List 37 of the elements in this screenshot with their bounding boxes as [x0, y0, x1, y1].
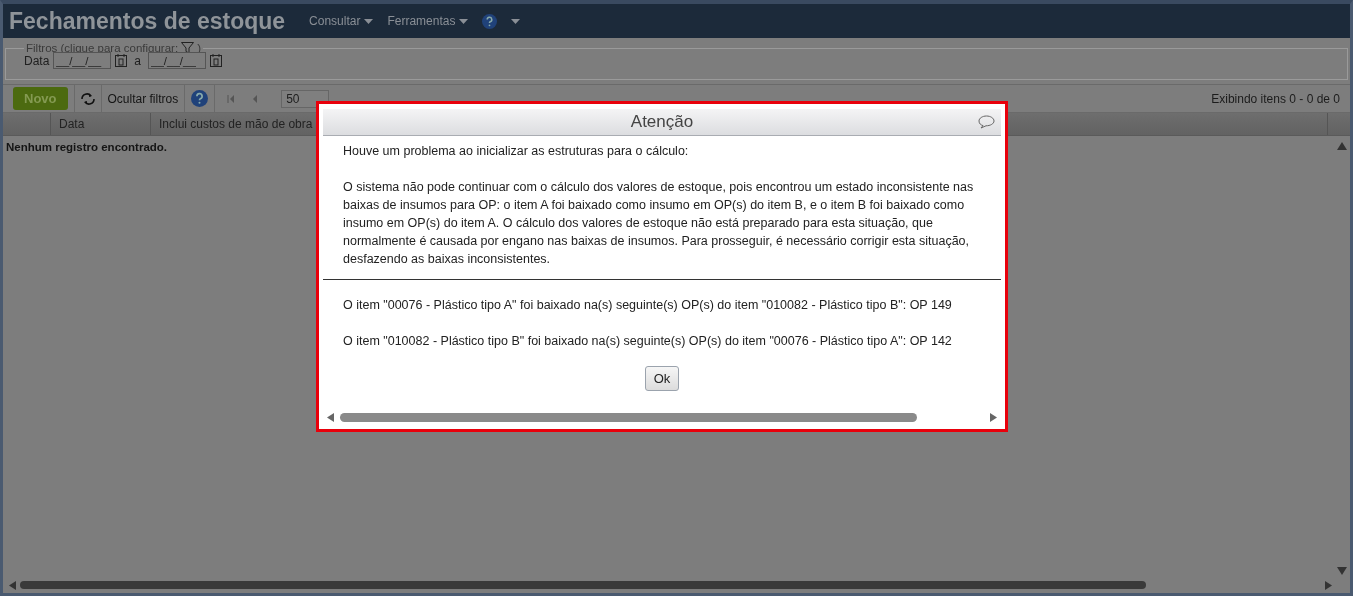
- scrollbar-thumb[interactable]: [20, 581, 1146, 589]
- menu-item[interactable]: Consultar: [309, 14, 374, 28]
- help-icon[interactable]: [482, 13, 498, 29]
- dialog-detail: O item "00076 - Plástico tipo A" foi baixado na(s) seguinte(s) OP(s) do item "010082 - Plástico tipo B": OP 149: [343, 297, 953, 314]
- column-header[interactable]: Data: [51, 113, 151, 135]
- scrollbar-thumb[interactable]: [340, 412, 917, 422]
- dialog-message: O sistema não pode continuar com o cálculo dos valores de estoque, pois encontrou um estado inconsistente nas baixas de insumos para OP: o item A foi baixado como insumo em OP(s) do item B, e o item B foi baixado como insumo em OP(s) do item A. O cálculo dos valores de estoque não está preparado para esta situação, que normalmente é causada por engano nas baixas de insumos. Para prosseguir, é necessário corrigir esta situação, desfazendo as baixas inconsistentes.: [343, 179, 975, 268]
- scroll-right-icon[interactable]: [990, 412, 997, 422]
- dialog-intro: Houve um problema ao inicializar as estruturas para o cálculo:: [343, 143, 690, 160]
- app-title: Fechamentos de estoque: [9, 7, 286, 35]
- caret-icon: [459, 18, 469, 24]
- calendar-icon[interactable]: [210, 54, 223, 67]
- page-size-select[interactable]: 50: [281, 89, 330, 108]
- menu-item[interactable]: Ferramentas: [387, 14, 469, 28]
- speech-bubble-icon[interactable]: [978, 115, 995, 129]
- caret-icon[interactable]: [511, 18, 521, 24]
- empty-message: Nenhum registro encontrado.: [6, 141, 168, 153]
- ok-button[interactable]: Ok: [644, 366, 680, 391]
- date-separator: a: [134, 53, 142, 68]
- calendar-icon[interactable]: [115, 54, 128, 67]
- refresh-icon[interactable]: [80, 92, 95, 105]
- scroll-right-icon[interactable]: [1325, 580, 1332, 590]
- date-label: Data: [24, 53, 50, 68]
- caret-icon: [364, 18, 374, 24]
- hide-filters-button[interactable]: Ocultar filtros: [107, 91, 179, 106]
- date-field[interactable]: __/__/__: [148, 52, 207, 69]
- item-count: Exibindo itens 0 - 0 de 0: [1211, 91, 1340, 106]
- date-field[interactable]: __/__/__: [53, 52, 112, 69]
- scroll-left-icon[interactable]: [9, 580, 16, 590]
- scroll-down-icon[interactable]: [1337, 567, 1347, 575]
- scroll-left-icon[interactable]: [327, 412, 334, 422]
- dialog-detail: O item "010082 - Plástico tipo B" foi baixado na(s) seguinte(s) OP(s) do item "00076 - Plástico tipo A": OP 142: [343, 333, 953, 350]
- filters-legend: Filtros (clique para configurar:: [26, 42, 179, 54]
- scroll-up-icon[interactable]: [1337, 142, 1347, 150]
- dialog-title: Atenção: [323, 109, 1001, 136]
- filter-icon[interactable]: [181, 42, 195, 54]
- help-icon[interactable]: [191, 90, 209, 107]
